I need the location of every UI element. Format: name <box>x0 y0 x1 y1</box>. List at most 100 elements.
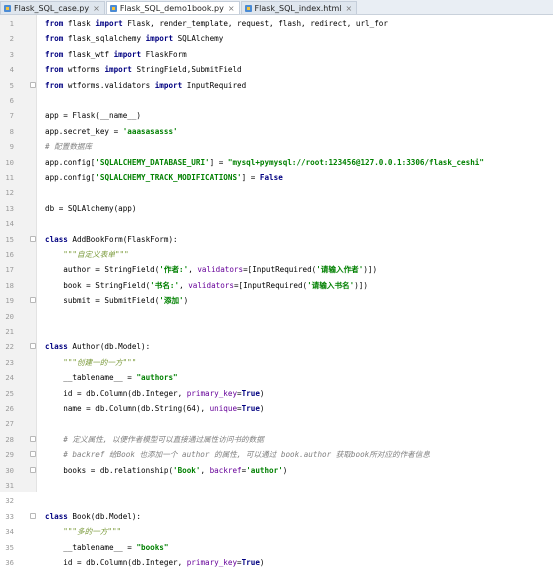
code-token: import <box>95 19 123 28</box>
code-line[interactable]: 31 <box>0 478 553 493</box>
code-line[interactable]: 32 <box>0 493 553 508</box>
code-line[interactable]: 36 id = db.Column(db.Integer, primary_ke… <box>0 555 553 570</box>
code-text: id = db.Column(db.Integer, primary_key=T… <box>45 555 264 570</box>
code-token: class <box>45 342 68 352</box>
code-token: app = Flask(__name__) <box>45 111 142 121</box>
close-icon[interactable]: × <box>228 4 235 13</box>
tab-flask-sql-case[interactable]: Flask_SQL_case.py × <box>0 1 105 14</box>
code-line[interactable]: 2 from flask_sqlalchemy import SQLAlchemy <box>0 31 553 46</box>
code-token: # 配置数据库 <box>45 142 93 152</box>
code-line[interactable]: 17 author = StringField('作者:', validator… <box>0 262 553 277</box>
code-text: # backref 给Book 也添加一个 author 的属性, 可以通过 b… <box>45 447 430 462</box>
code-line[interactable]: 4 from wtforms import StringField,SubmitF… <box>0 62 553 77</box>
code-token: from <box>45 34 64 44</box>
code-line[interactable]: 29 # backref 给Book 也添加一个 author 的属性, 可以通… <box>0 447 553 462</box>
code-line[interactable]: 7 app = Flask(__name__) <box>0 108 553 123</box>
code-line[interactable]: 20 <box>0 309 553 324</box>
line-number: 30 <box>5 465 14 475</box>
code-token: AddBookForm(FlaskForm): <box>67 234 178 244</box>
code-token: Author(db.Model): <box>67 342 151 352</box>
fold-marker-icon[interactable] <box>30 512 36 519</box>
code-line[interactable]: 16 """自定义表单""" <box>0 247 553 262</box>
code-token: '请输入书名' <box>307 280 355 290</box>
line-number: 18 <box>5 280 14 290</box>
fold-marker-icon[interactable] <box>30 235 36 242</box>
code-line[interactable]: 25 id = db.Column(db.Integer, primary_ke… <box>0 386 553 401</box>
fold-marker-icon[interactable] <box>30 466 36 473</box>
editor-tab-bar: Flask_SQL_case.py × Flask_SQL_demo1book.… <box>0 0 553 15</box>
line-number: 35 <box>5 542 14 552</box>
code-line[interactable]: 13 db = SQLAlchemy(app) <box>0 201 553 216</box>
code-token: '请输入作者' <box>316 265 364 275</box>
code-line[interactable]: 9 # 配置数据库 <box>0 139 553 154</box>
code-line[interactable]: 1 from flask import Flask, render_templat… <box>0 16 553 31</box>
line-number: 11 <box>5 173 14 182</box>
line-number: 8 <box>9 126 14 136</box>
code-token: flask_wtf <box>63 49 114 59</box>
code-line[interactable]: 33 class Book(db.Model): <box>0 509 553 524</box>
fold-marker-icon[interactable] <box>30 435 36 442</box>
code-token: class <box>45 511 68 521</box>
code-line[interactable]: 5 from wtforms.validators import InputReq… <box>0 78 553 93</box>
code-line[interactable]: 28 # 定义属性, 以便作者模型可以直接通过属性访问书的数据 <box>0 432 553 447</box>
code-token: import <box>145 34 174 44</box>
code-line[interactable]: 3 from flask_wtf import FlaskForm <box>0 47 553 62</box>
code-token: True <box>241 404 260 413</box>
fold-marker-icon[interactable] <box>30 297 36 304</box>
code-line[interactable]: 34 """多的一方""" <box>0 524 553 539</box>
code-line[interactable]: 10 app.config['SQLALCHEMY_DATABASE_URI'] … <box>0 155 553 170</box>
code-text: from wtforms import StringField,SubmitFi… <box>45 62 242 77</box>
code-line[interactable]: 27 <box>0 416 553 431</box>
fold-marker-icon[interactable] <box>30 81 36 88</box>
code-token: unique <box>209 404 238 413</box>
line-number: 23 <box>5 357 14 367</box>
code-line[interactable]: 24 __tablename__ = "authors" <box>0 370 553 385</box>
tab-label: Flask_SQL_demo1book.py <box>119 3 224 13</box>
tab-flask-sql-index[interactable]: Flask_SQL_index.html × <box>240 1 358 14</box>
code-token: =[InputRequired( <box>233 280 308 290</box>
code-line[interactable]: 12 <box>0 185 553 200</box>
code-line[interactable]: 14 <box>0 216 553 231</box>
line-number: 28 <box>5 434 14 444</box>
code-token: Flask, render_template, request, flash, … <box>122 19 388 28</box>
code-text: """多的一方""" <box>45 524 121 539</box>
code-line[interactable]: 22 class Author(db.Model): <box>0 339 553 354</box>
code-line[interactable]: 35 __tablename__ = "books" <box>0 540 553 555</box>
code-editor[interactable]: 1 from flask import Flask, render_templat… <box>0 15 553 567</box>
code-token: flask_sqlalchemy <box>63 34 146 44</box>
code-token: class <box>45 234 68 244</box>
code-token: ) <box>259 388 265 398</box>
fold-marker-icon[interactable] <box>30 451 36 458</box>
close-icon[interactable]: × <box>346 4 353 13</box>
code-line[interactable]: 30 books = db.relationship('Book', backr… <box>0 463 553 478</box>
code-text: """创建一的一方""" <box>45 355 136 370</box>
code-token: id = db.Column(db.Integer, <box>45 388 187 398</box>
line-number: 4 <box>9 65 14 75</box>
code-token: 'SQLALCHEMY_DATABASE_URI' <box>95 157 210 167</box>
line-number: 1 <box>9 19 14 28</box>
code-text: __tablename__ = "books" <box>45 540 168 555</box>
code-line[interactable]: 18 book = StringField('书名:', validators=… <box>0 278 553 293</box>
code-line[interactable]: 8 app.secret_key = 'aaasasasss' <box>0 124 553 139</box>
code-line[interactable]: 15 class AddBookForm(FlaskForm): <box>0 232 553 247</box>
line-number: 26 <box>5 404 14 413</box>
close-icon[interactable]: × <box>93 4 100 13</box>
code-token: True <box>241 388 260 398</box>
code-line[interactable]: 26 name = db.Column(db.String(64), uniqu… <box>0 401 553 416</box>
code-token: ] = <box>241 173 260 182</box>
code-line[interactable]: 11 app.config['SQLALCHEMY_TRACK_MODIFICAT… <box>0 170 553 185</box>
code-text: app.config['SQLALCHEMY_DATABASE_URI'] = … <box>45 155 484 170</box>
code-token: name = db.Column(db.String(64), <box>45 404 210 413</box>
fold-marker-icon[interactable] <box>30 343 36 350</box>
code-line[interactable]: 19 submit = SubmitField('添加') <box>0 293 553 308</box>
code-token: """自定义表单""" <box>45 250 129 259</box>
code-token: import <box>113 49 142 59</box>
code-line[interactable]: 6 <box>0 93 553 108</box>
code-token: backref <box>209 465 242 475</box>
code-text: name = db.Column(db.String(64), unique=T… <box>45 401 264 416</box>
tab-flask-sql-demo1book[interactable]: Flask_SQL_demo1book.py × <box>105 1 240 14</box>
code-line[interactable]: 21 <box>0 324 553 339</box>
code-token: "authors" <box>136 373 178 383</box>
code-line[interactable]: 23 """创建一的一方""" <box>0 355 553 370</box>
tab-label: Flask_SQL_index.html <box>254 3 342 13</box>
